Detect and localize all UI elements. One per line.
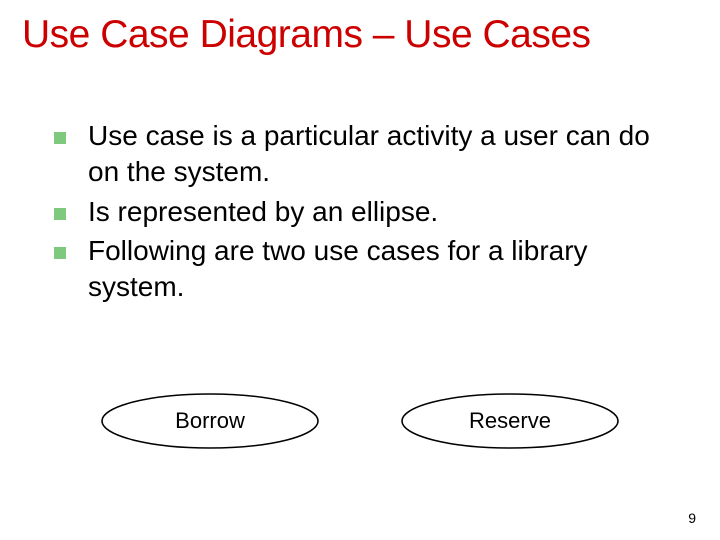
list-item-text: Is represented by an ellipse. [88, 194, 438, 230]
bullet-list: Use case is a particular activity a user… [54, 118, 680, 309]
list-item: Use case is a particular activity a user… [54, 118, 680, 190]
use-case-borrow: Borrow [100, 392, 320, 450]
list-item: Is represented by an ellipse. [54, 194, 680, 230]
square-bullet-icon [54, 208, 66, 220]
use-case-row: Borrow Reserve [60, 392, 660, 450]
use-case-label: Borrow [175, 408, 245, 434]
use-case-reserve: Reserve [400, 392, 620, 450]
use-case-label: Reserve [469, 408, 551, 434]
list-item-text: Use case is a particular activity a user… [88, 118, 680, 190]
page-number: 9 [688, 510, 696, 526]
square-bullet-icon [54, 247, 66, 259]
square-bullet-icon [54, 132, 66, 144]
list-item: Following are two use cases for a librar… [54, 233, 680, 305]
slide-title: Use Case Diagrams – Use Cases [22, 14, 700, 57]
list-item-text: Following are two use cases for a librar… [88, 233, 680, 305]
slide: Use Case Diagrams – Use Cases Use case i… [0, 0, 720, 540]
